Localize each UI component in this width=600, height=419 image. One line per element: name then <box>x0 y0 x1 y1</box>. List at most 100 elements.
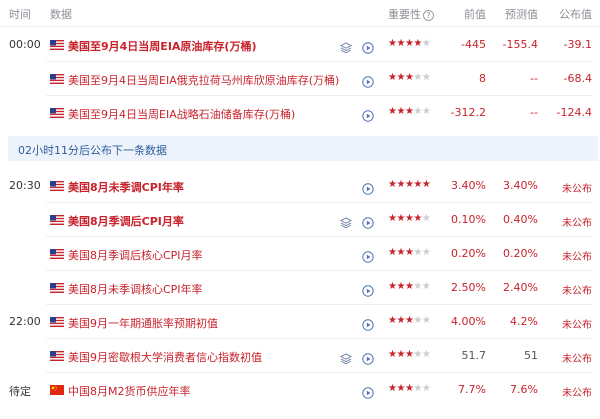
actual-value: -39.1 <box>563 38 592 51</box>
play-circle-icon[interactable] <box>362 384 374 399</box>
importance-stars: ★★★★★ <box>388 38 431 49</box>
china-flag-icon <box>50 385 64 395</box>
star-filled-icon: ★ <box>396 281 405 292</box>
actual-value: 未公布 <box>562 286 592 297</box>
star-filled-icon: ★ <box>413 213 422 224</box>
table-row[interactable]: 20:30 美国8月未季调CPI年率 ★★★★★ 3.40% 3.40% 未公布 <box>0 169 600 203</box>
forecast-value: -- <box>530 72 538 85</box>
event-title[interactable]: 中国8月M2货币供应年率 <box>68 383 191 399</box>
play-circle-icon[interactable] <box>362 248 374 263</box>
play-circle-icon[interactable] <box>362 180 374 195</box>
previous-value: 2.50% <box>451 281 486 294</box>
table-row[interactable]: 美国8月未季调核心CPI年率 ★★★★★ 2.50% 2.40% 未公布 <box>0 271 600 305</box>
star-filled-icon: ★ <box>396 179 405 190</box>
star-empty-icon: ★ <box>421 383 431 394</box>
us-flag-icon <box>50 181 64 191</box>
play-circle-icon[interactable] <box>362 214 374 229</box>
us-flag-icon <box>50 40 64 50</box>
us-flag-icon <box>50 74 64 84</box>
star-empty-icon: ★ <box>421 72 431 83</box>
notice-text: 02小时11分后公布下一条数据 <box>18 144 167 157</box>
forecast-value: 4.2% <box>510 315 538 328</box>
play-circle-icon[interactable] <box>362 73 374 88</box>
event-title[interactable]: 美国8月未季调核心CPI年率 <box>68 281 203 297</box>
us-flag-icon <box>50 249 64 259</box>
event-title[interactable]: 美国8月季调后CPI月率 <box>68 213 184 229</box>
star-filled-icon: ★ <box>396 213 405 224</box>
star-empty-icon: ★ <box>421 281 431 292</box>
previous-value: 8 <box>479 72 486 85</box>
table-row[interactable]: 美国8月季调后CPI月率 ★★★★★ 0.10% 0.40% 未公布 <box>0 203 600 237</box>
event-time: 20:30 <box>9 179 41 192</box>
star-filled-icon: ★ <box>413 38 422 49</box>
play-circle-icon[interactable] <box>362 107 374 122</box>
star-empty-icon: ★ <box>421 38 431 49</box>
layers-icon[interactable] <box>339 350 353 365</box>
previous-value: -312.2 <box>450 106 486 119</box>
actual-value: 未公布 <box>562 184 592 195</box>
event-title[interactable]: 美国至9月4日当周EIA俄克拉荷马州库欣原油库存(万桶) <box>68 72 339 88</box>
us-flag-icon <box>50 283 64 293</box>
event-title[interactable]: 美国8月未季调CPI年率 <box>68 179 184 195</box>
question-icon[interactable]: ? <box>423 10 434 21</box>
event-title[interactable]: 美国至9月4日当周EIA原油库存(万桶) <box>68 38 256 54</box>
star-filled-icon: ★ <box>421 179 431 190</box>
table-row[interactable]: 美国至9月4日当周EIA战略石油储备库存(万桶) ★★★★★ -312.2 -- -12… <box>0 96 600 130</box>
star-filled-icon: ★ <box>396 315 405 326</box>
event-title[interactable]: 美国至9月4日当周EIA战略石油储备库存(万桶) <box>68 106 295 122</box>
event-time: 00:00 <box>9 38 41 51</box>
star-empty-icon: ★ <box>413 281 422 292</box>
actual-value: 未公布 <box>562 388 592 399</box>
table-row[interactable]: 22:00 美国9月一年期通胀率预期初值 ★★★★★ 4.00% 4.2% 未公布 <box>0 305 600 339</box>
play-circle-icon[interactable] <box>362 39 374 54</box>
header-time: 时间 <box>9 8 31 21</box>
star-filled-icon: ★ <box>396 38 405 49</box>
us-flag-icon <box>50 351 64 361</box>
importance-stars: ★★★★★ <box>388 247 431 258</box>
importance-stars: ★★★★★ <box>388 349 431 360</box>
forecast-value: 51 <box>524 349 538 362</box>
event-title[interactable]: 美国8月季调后核心CPI月率 <box>68 247 203 263</box>
forecast-value: 2.40% <box>503 281 538 294</box>
previous-value: -445 <box>461 38 486 51</box>
play-circle-icon[interactable] <box>362 350 374 365</box>
layers-icon[interactable] <box>339 39 353 54</box>
us-flag-icon <box>50 108 64 118</box>
play-circle-icon[interactable] <box>362 282 374 297</box>
star-filled-icon: ★ <box>413 179 422 190</box>
event-title[interactable]: 美国9月一年期通胀率预期初值 <box>68 315 218 331</box>
star-empty-icon: ★ <box>421 349 431 360</box>
actual-value: 未公布 <box>562 218 592 229</box>
actual-value: 未公布 <box>562 320 592 331</box>
header-actual: 公布值 <box>559 8 592 21</box>
previous-value: 51.7 <box>461 349 487 362</box>
play-circle-icon[interactable] <box>362 316 374 331</box>
forecast-value: 0.40% <box>503 213 538 226</box>
star-empty-icon: ★ <box>413 247 422 258</box>
table-row[interactable]: 美国至9月4日当周EIA俄克拉荷马州库欣原油库存(万桶) ★★★★★ 8 -- -68.… <box>0 62 600 96</box>
layers-icon[interactable] <box>339 214 353 229</box>
table-row[interactable]: 美国8月季调后核心CPI月率 ★★★★★ 0.20% 0.20% 未公布 <box>0 237 600 271</box>
previous-value: 4.00% <box>451 315 486 328</box>
importance-stars: ★★★★★ <box>388 281 431 292</box>
table-row[interactable]: 00:00 美国至9月4日当周EIA原油库存(万桶) ★★★★★ -445 -155.4… <box>0 27 600 62</box>
importance-stars: ★★★★★ <box>388 72 431 83</box>
actual-value: 未公布 <box>562 354 592 365</box>
event-title[interactable]: 美国9月密歇根大学消费者信心指数初值 <box>68 349 262 365</box>
star-empty-icon: ★ <box>413 349 422 360</box>
star-filled-icon: ★ <box>396 247 405 258</box>
actual-value: -68.4 <box>563 72 592 85</box>
header-forecast: 预测值 <box>505 8 538 21</box>
forecast-value: 3.40% <box>503 179 538 192</box>
table-row[interactable]: 美国9月密歇根大学消费者信心指数初值 ★★★★★ 51.7 51 未公布 <box>0 339 600 373</box>
previous-value: 0.10% <box>451 213 486 226</box>
star-empty-icon: ★ <box>413 72 422 83</box>
header-importance-label: 重要性 <box>388 8 421 21</box>
star-empty-icon: ★ <box>421 213 431 224</box>
star-empty-icon: ★ <box>421 247 431 258</box>
importance-stars: ★★★★★ <box>388 315 431 326</box>
us-flag-icon <box>50 215 64 225</box>
table-row[interactable]: 待定 中国8月M2货币供应年率 ★★★★★ 7.7% 7.6% 未公布 <box>0 373 600 407</box>
header-importance: 重要性? <box>388 6 434 22</box>
us-flag-icon <box>50 317 64 327</box>
